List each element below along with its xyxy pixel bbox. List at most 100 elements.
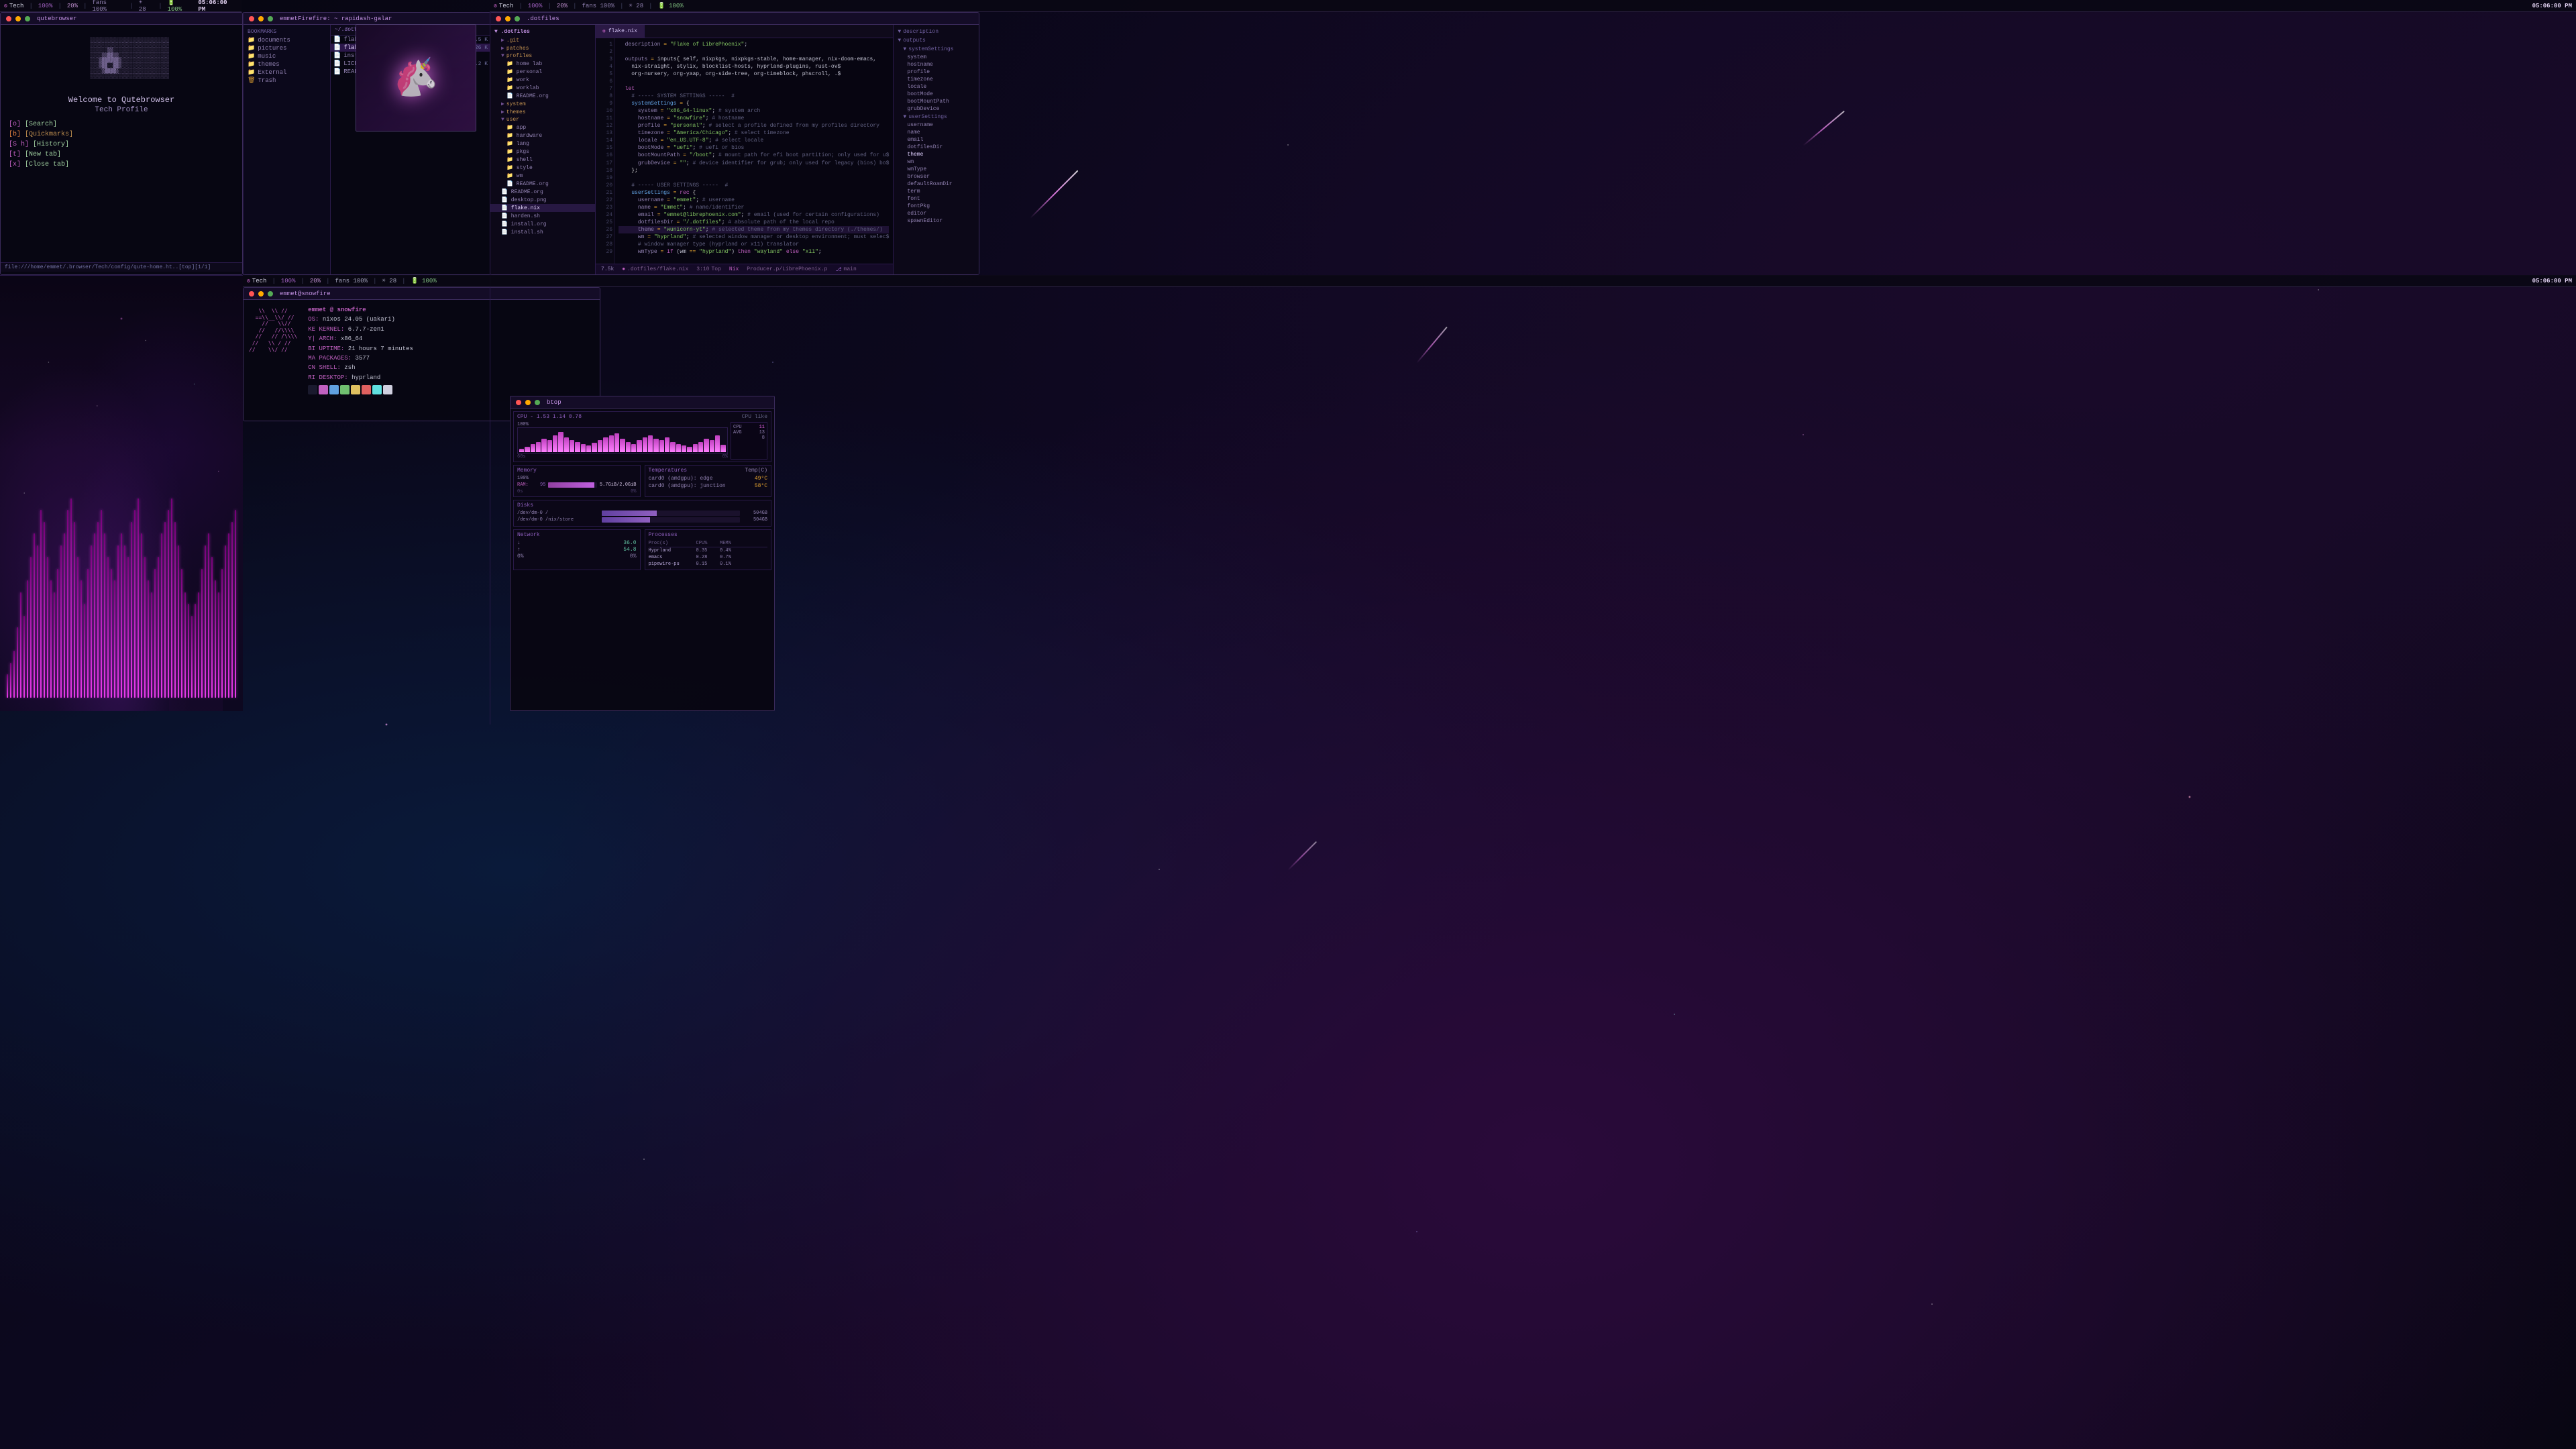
ft-shell[interactable]: 📁 shell <box>490 156 595 164</box>
fm-max-dot[interactable] <box>268 16 273 21</box>
editor-tab-flake-nix[interactable]: ❄ flake.nix <box>596 25 645 38</box>
ft-themes[interactable]: ▶ themes <box>490 108 595 116</box>
editor-tabs[interactable]: ❄ flake.nix <box>596 25 893 38</box>
op-wm[interactable]: wm <box>894 158 979 166</box>
qb-link-quickmarks[interactable]: [b] [Quickmarks] <box>9 129 234 140</box>
qb-link-search[interactable]: [o] [Search] <box>9 119 234 129</box>
editor-code-content[interactable]: description = "Flake of LibrePhoenix"; o… <box>614 38 893 264</box>
ft-user[interactable]: ▼ user <box>490 116 595 123</box>
ft-readme-root[interactable]: 📄 README.org <box>490 188 595 196</box>
ft-git[interactable]: ▶ .git <box>490 36 595 44</box>
op-system[interactable]: system <box>894 54 979 61</box>
editor-code-area[interactable]: 12345 678910 1112131415 1617181920 21222… <box>596 38 893 264</box>
editor-close-dot[interactable] <box>496 16 501 21</box>
sb-wm-r: ⚙ Tech <box>494 3 513 9</box>
nf-min-dot[interactable] <box>258 291 264 297</box>
op-name[interactable]: name <box>894 129 979 136</box>
btop-max-dot[interactable] <box>535 400 540 405</box>
btop-temp-section: Temperatures Temp(C) card0 (amdgpu): edg… <box>645 465 772 497</box>
ft-homelab[interactable]: 📁 home lab <box>490 60 595 68</box>
ft-desktop-png[interactable]: 📄 desktop.png <box>490 196 595 204</box>
fm-min-dot[interactable] <box>258 16 264 21</box>
op-profile[interactable]: profile <box>894 68 979 76</box>
op-font[interactable]: font <box>894 195 979 203</box>
fm-close-dot[interactable] <box>249 16 254 21</box>
ft-pkgs[interactable]: 📁 pkgs <box>490 148 595 156</box>
viz-bar <box>111 569 112 698</box>
op-outputs: ▼ outputs <box>894 36 979 45</box>
op-email[interactable]: email <box>894 136 979 144</box>
viz-bar <box>91 545 92 698</box>
ft-worklab[interactable]: 📁 worklab <box>490 84 595 92</box>
viz-bar <box>27 580 28 698</box>
ft-profiles[interactable]: ▼ profiles <box>490 52 595 60</box>
op-editor[interactable]: editor <box>894 210 979 217</box>
op-grubdevice[interactable]: grubDevice <box>894 105 979 113</box>
btop-min-dot[interactable] <box>525 400 531 405</box>
color-swatch-8 <box>383 385 392 394</box>
ft-personal[interactable]: 📁 personal <box>490 68 595 76</box>
ft-flake-nix[interactable]: 📄 flake.nix <box>490 204 595 212</box>
close-dot[interactable] <box>6 16 11 21</box>
ft-install-org[interactable]: 📄 install.org <box>490 220 595 228</box>
op-theme[interactable]: theme <box>894 151 979 158</box>
color-swatch-5 <box>351 385 360 394</box>
btop-cpu-chart-area: 100% 60s 0% <box>517 422 728 460</box>
editor-outline-panel[interactable]: ▼ description ▼ outputs ▼ systemSettings… <box>893 25 979 274</box>
ft-root: ▼ .dotfiles <box>490 28 595 36</box>
qb-link-newtab[interactable]: [t] [New tab] <box>9 150 234 160</box>
ft-install-sh[interactable]: 📄 install.sh <box>490 228 595 236</box>
editor-min-dot[interactable] <box>505 16 511 21</box>
viz-bar <box>225 545 226 698</box>
op-browser[interactable]: browser <box>894 173 979 180</box>
op-dotfilesdir[interactable]: dotfilesDir <box>894 144 979 151</box>
nf-max-dot[interactable] <box>268 291 273 297</box>
ft-hardware[interactable]: 📁 hardware <box>490 131 595 140</box>
viz-bar <box>74 522 75 698</box>
editor-filetree[interactable]: ▼ .dotfiles ▶ .git ▶ patches ▼ profiles … <box>490 25 596 274</box>
op-hostname[interactable]: hostname <box>894 61 979 68</box>
fm-item-music[interactable]: 📁music <box>244 52 330 60</box>
ft-system[interactable]: ▶ system <box>490 100 595 108</box>
viz-bar <box>77 557 78 698</box>
ft-app[interactable]: 📁 app <box>490 123 595 131</box>
ft-readme-user[interactable]: 📄 README.org <box>490 180 595 188</box>
btop-proc-section: Processes Proc(s) CPU% MEM% Hyprland 0.3… <box>645 529 772 570</box>
op-fontpkg[interactable]: fontPkg <box>894 203 979 210</box>
ft-patches[interactable]: ▶ patches <box>490 44 595 52</box>
viz-bar <box>198 592 199 698</box>
fm-item-documents[interactable]: 📁documents <box>244 36 330 44</box>
op-wmtype[interactable]: wmType <box>894 166 979 173</box>
ft-wm[interactable]: 📁 wm <box>490 172 595 180</box>
op-username[interactable]: username <box>894 121 979 129</box>
op-term[interactable]: term <box>894 188 979 195</box>
op-timezone[interactable]: timezone <box>894 76 979 83</box>
editor-max-dot[interactable] <box>515 16 520 21</box>
min-dot[interactable] <box>15 16 21 21</box>
op-locale[interactable]: locale <box>894 83 979 91</box>
viz-bar <box>44 522 45 698</box>
cpu-bar <box>670 442 675 452</box>
op-spawneditor[interactable]: spawnEditor <box>894 217 979 225</box>
ft-style[interactable]: 📁 style <box>490 164 595 172</box>
nf-close-dot[interactable] <box>249 291 254 297</box>
qb-link-history[interactable]: [S h] [History] <box>9 140 234 150</box>
viz-bar <box>87 569 89 698</box>
fm-item-themes[interactable]: 📁themes <box>244 60 330 68</box>
qb-link-closetab[interactable]: [x] [Close tab] <box>9 160 234 170</box>
fm-sidebar[interactable]: Bookmarks 📁documents 📁pictures 📁music 📁t… <box>244 25 331 274</box>
fm-item-trash[interactable]: 🗑Trash <box>244 76 330 85</box>
ft-lang[interactable]: 📁 lang <box>490 140 595 148</box>
ft-harden[interactable]: 📄 harden.sh <box>490 212 595 220</box>
viz-bar <box>80 580 82 698</box>
ft-work[interactable]: 📁 work <box>490 76 595 84</box>
cpu-bar <box>698 442 703 452</box>
op-bootmountpath[interactable]: bootMountPath <box>894 98 979 105</box>
fm-item-pictures[interactable]: 📁pictures <box>244 44 330 52</box>
fm-item-external[interactable]: 📁External <box>244 68 330 76</box>
op-defaultroamdir[interactable]: defaultRoamDir <box>894 180 979 188</box>
btop-close-dot[interactable] <box>516 400 521 405</box>
ft-readme-profiles[interactable]: 📄 README.org <box>490 92 595 100</box>
op-bootmode[interactable]: bootMode <box>894 91 979 98</box>
max-dot[interactable] <box>25 16 30 21</box>
